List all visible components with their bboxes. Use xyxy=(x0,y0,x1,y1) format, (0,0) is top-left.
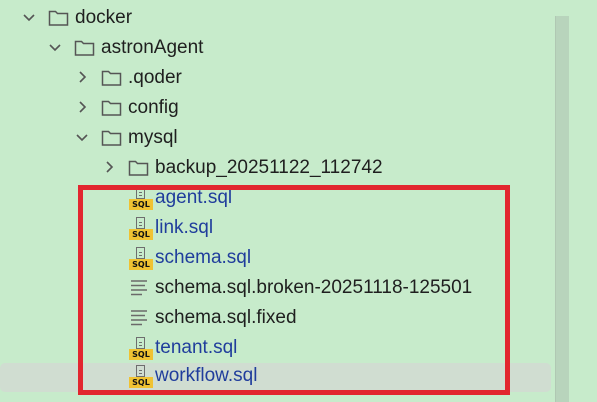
sql-file-icon: SQL xyxy=(129,247,153,270)
folder-icon xyxy=(101,129,122,147)
chevron-right-icon[interactable] xyxy=(75,100,89,114)
tree-row-schema-sql[interactable]: SQL schema.sql xyxy=(0,243,568,273)
tree-item-label: config xyxy=(128,97,179,118)
chevron-down-icon[interactable] xyxy=(22,10,36,24)
tree-row-qoder[interactable]: .qoder xyxy=(0,63,568,93)
tree-item-label: mysql xyxy=(128,127,178,148)
tree-row-config[interactable]: config xyxy=(0,93,568,123)
text-file-icon xyxy=(129,278,149,298)
folder-icon xyxy=(101,99,122,117)
tree-item-label: workflow.sql xyxy=(155,365,258,386)
sql-file-icon: SQL xyxy=(129,337,153,360)
chevron-right-icon[interactable] xyxy=(75,70,89,84)
folder-icon xyxy=(48,9,69,27)
text-file-icon xyxy=(129,308,149,328)
sql-file-icon: SQL xyxy=(129,187,153,210)
vertical-scrollbar[interactable] xyxy=(555,16,569,402)
project-tree: docker astronAgent .qoder config mysql b… xyxy=(0,0,597,402)
folder-icon xyxy=(101,69,122,87)
tree-item-label: agent.sql xyxy=(155,187,233,208)
tree-item-label: schema.sql.fixed xyxy=(155,307,297,328)
tree-row-astronagent[interactable]: astronAgent xyxy=(0,33,568,63)
folder-icon xyxy=(128,159,149,177)
tree-row-workflow-sql[interactable]: SQL workflow.sql xyxy=(0,361,568,392)
chevron-down-icon[interactable] xyxy=(75,130,89,144)
tree-item-label: tenant.sql xyxy=(155,337,238,358)
tree-item-label: .qoder xyxy=(128,67,182,88)
tree-item-label: docker xyxy=(75,7,133,28)
folder-icon xyxy=(74,39,95,57)
tree-row-agent-sql[interactable]: SQL agent.sql xyxy=(0,183,568,213)
chevron-right-icon[interactable] xyxy=(102,160,116,174)
tree-row-mysql[interactable]: mysql xyxy=(0,123,568,153)
tree-row-link-sql[interactable]: SQL link.sql xyxy=(0,213,568,243)
tree-row-tenant-sql[interactable]: SQL tenant.sql xyxy=(0,333,568,363)
tree-item-label: schema.sql.broken-20251118-125501 xyxy=(155,277,473,298)
tree-item-label: schema.sql xyxy=(155,247,252,268)
chevron-down-icon[interactable] xyxy=(48,40,62,54)
tree-item-label: astronAgent xyxy=(101,37,204,58)
tree-item-label: link.sql xyxy=(155,217,214,238)
tree-row-backup[interactable]: backup_20251122_112742 xyxy=(0,153,568,183)
tree-row-docker[interactable]: docker xyxy=(0,3,568,33)
sql-file-icon: SQL xyxy=(129,217,153,240)
tree-item-label: backup_20251122_112742 xyxy=(155,157,383,178)
sql-file-icon: SQL xyxy=(129,365,153,388)
tree-row-schema-broken[interactable]: schema.sql.broken-20251118-125501 xyxy=(0,273,568,303)
tree-row-schema-fixed[interactable]: schema.sql.fixed xyxy=(0,303,568,333)
